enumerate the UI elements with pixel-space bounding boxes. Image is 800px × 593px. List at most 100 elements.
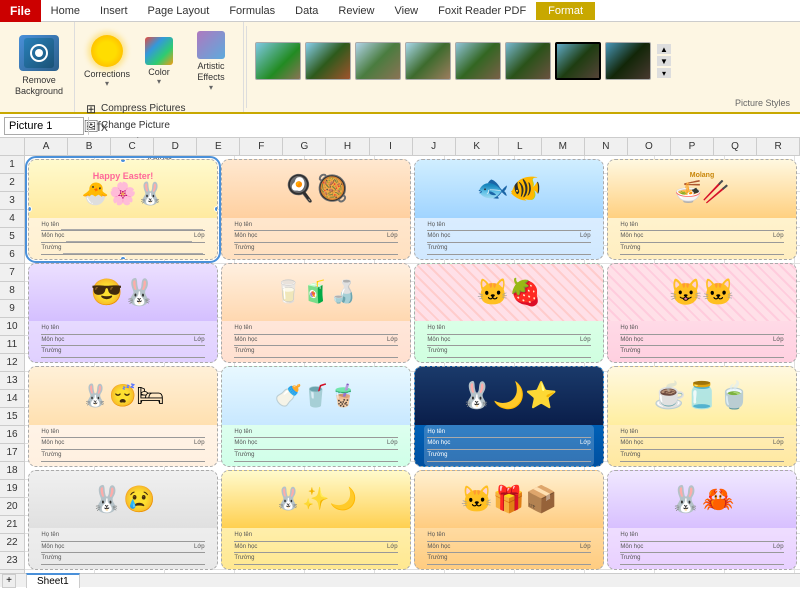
style-thumb-7[interactable]	[555, 42, 601, 80]
compress-icon: ⊞	[84, 102, 98, 116]
card-4-lines: Họ tên Môn họcLớp Trường	[617, 218, 786, 259]
col-d: D	[154, 138, 197, 155]
column-headers: A B C D E F G H I J K L M N O P Q R	[0, 138, 800, 156]
file-menu[interactable]: File	[0, 0, 41, 22]
handle-br[interactable]	[214, 256, 218, 260]
card-8[interactable]: 😺🐱 Họ tên Môn họcLớp Trường	[607, 263, 797, 364]
col-m: M	[542, 138, 585, 155]
col-p: P	[671, 138, 714, 155]
artistic-effects-button[interactable]: Artistic Effects ▾	[185, 26, 237, 97]
handle-bl[interactable]	[28, 256, 32, 260]
foxit-menu[interactable]: Foxit Reader PDF	[428, 2, 536, 20]
data-menu[interactable]: Data	[285, 2, 328, 20]
col-g: G	[283, 138, 326, 155]
card-1-lines: Họ tên Môn họcLớp Trường	[38, 218, 207, 259]
row-9: 9	[0, 300, 24, 318]
card-15-lines: Họ tên Môn họcLớp Trường	[424, 528, 593, 569]
compress-pictures-button[interactable]: ⊞ Compress Pictures	[81, 101, 188, 117]
card-16-lines: Họ tên Môn họcLớp Trường	[617, 528, 786, 569]
card-1-image: Happy Easter! 🐣🌸🐰	[29, 160, 217, 218]
insert-menu[interactable]: Insert	[90, 2, 138, 20]
row-3: 3	[0, 192, 24, 210]
col-l: L	[499, 138, 542, 155]
cards-grid: Happy Easter! 🐣🌸🐰 Họ tên Môn họcLớp Trườ…	[25, 156, 800, 573]
style-thumb-5[interactable]	[455, 42, 501, 80]
row-13: 13	[0, 372, 24, 390]
name-box-input[interactable]	[9, 120, 79, 132]
card-15[interactable]: 🐱🎁📦 Họ tên Môn họcLớp Trường	[414, 470, 604, 571]
card-8-lines: Họ tên Môn họcLớp Trường	[617, 321, 786, 362]
card-12-lines: Họ tên Môn họcLớp Trường	[617, 425, 786, 466]
card-7[interactable]: 🐱🍓 Họ tên Môn họcLớp Trường	[414, 263, 604, 364]
row-headers: 1 2 3 4 5 6 7 8 9 10 11 12 13 14 15 16 1…	[0, 156, 25, 573]
formulas-menu[interactable]: Formulas	[219, 2, 285, 20]
row-8: 8	[0, 282, 24, 300]
view-menu[interactable]: View	[384, 2, 428, 20]
row-11: 11	[0, 336, 24, 354]
new-sheet-button[interactable]: +	[2, 574, 16, 588]
grid-wrapper: 1 2 3 4 5 6 7 8 9 10 11 12 13 14 15 16 1…	[0, 156, 800, 573]
handle-mr[interactable]	[214, 206, 218, 212]
row-5: 5	[0, 228, 24, 246]
card-9[interactable]: 🐰😴🛏 Họ tên Môn họcLớp Trường	[28, 366, 218, 467]
card-10-lines: Họ tên Môn họcLớp Trường	[231, 425, 400, 466]
style-thumb-6[interactable]	[505, 42, 551, 80]
styles-scroll-up[interactable]: ▲	[657, 44, 671, 54]
format-menu[interactable]: Format	[536, 2, 595, 20]
card-14[interactable]: 🐰✨🌙 Họ tên Môn họcLớp Trường	[221, 470, 411, 571]
page-layout-menu[interactable]: Page Layout	[138, 2, 220, 20]
handle-bm[interactable]	[120, 256, 126, 260]
card-4[interactable]: Molang 🍜🥢 Họ tên Môn họcLớp Trường	[607, 159, 797, 260]
image-overlay: Happy Easter! 🐣🌸🐰 Họ tên Môn họcLớp Trườ…	[25, 156, 800, 573]
card-7-lines: Họ tên Môn họcLớp Trường	[424, 321, 593, 362]
card-15-image: 🐱🎁📦	[415, 471, 603, 529]
color-button[interactable]: Color ▾	[139, 32, 179, 91]
card-9-lines: Họ tên Môn họcLớp Trường	[38, 425, 207, 466]
formula-icon[interactable]: fx	[93, 118, 112, 134]
remove-background-button[interactable]: Remove Background	[10, 30, 68, 102]
card-1[interactable]: Happy Easter! 🐣🌸🐰 Họ tên Môn họcLớp Trườ…	[28, 159, 218, 260]
card-13-image: 🐰😢	[29, 471, 217, 529]
card-2[interactable]: 🍳🥘 Họ tên Môn họcLớp Trường	[221, 159, 411, 260]
picture-styles-content: ▲ ▼ ▾	[255, 26, 790, 96]
name-box	[4, 117, 84, 135]
styles-scroll-down[interactable]: ▼	[657, 56, 671, 66]
style-thumb-8[interactable]	[605, 42, 651, 80]
corner-cell	[0, 138, 25, 155]
ribbon: Remove Background Corrections ▾ Color ▾	[0, 22, 800, 114]
style-thumb-4[interactable]	[405, 42, 451, 80]
card-5-lines: Họ tên Môn họcLớp Trường	[38, 321, 207, 362]
card-5[interactable]: 😎🐰 Họ tên Môn họcLớp Trường	[28, 263, 218, 364]
card-16-image: 🐰🦀	[608, 471, 796, 529]
card-12[interactable]: ☕🫙🍵 Họ tên Môn họcLớp Trường	[607, 366, 797, 467]
card-6[interactable]: 🥛🧃🍶 Họ tên Môn họcLớp Trường	[221, 263, 411, 364]
col-a: A	[25, 138, 68, 155]
corrections-button[interactable]: Corrections ▾	[81, 30, 133, 93]
card-13[interactable]: 🐰😢 Họ tên Môn họcLớp Trường	[28, 470, 218, 571]
grid-area: Happy Easter! 🐣🌸🐰 Họ tên Môn họcLớp Trườ…	[25, 156, 800, 573]
card-14-image: 🐰✨🌙	[222, 471, 410, 529]
review-menu[interactable]: Review	[328, 2, 384, 20]
style-thumb-1[interactable]	[255, 42, 301, 80]
style-thumb-3[interactable]	[355, 42, 401, 80]
handle-tr[interactable]	[214, 159, 218, 163]
home-menu[interactable]: Home	[41, 2, 90, 20]
card-13-lines: Họ tên Môn họcLớp Trường	[38, 528, 207, 569]
card-16[interactable]: 🐰🦀 Họ tên Môn họcLớp Trường	[607, 470, 797, 571]
artistic-effects-label: Artistic Effects	[190, 61, 232, 83]
card-3-image: 🐟🐠	[415, 160, 603, 218]
card-11[interactable]: 🐰🌙⭐ Họ tên Môn họcLớp Trường	[414, 366, 604, 467]
card-3[interactable]: 🐟🐠 Họ tên Môn họcLớp Trường	[414, 159, 604, 260]
row-15: 15	[0, 408, 24, 426]
card-11-lines: Họ tên Môn họcLớp Trường	[424, 425, 593, 466]
sheet1-tab[interactable]: Sheet1	[26, 573, 80, 588]
card-11-image: 🐰🌙⭐	[415, 367, 603, 425]
style-thumb-2[interactable]	[305, 42, 351, 80]
corrections-label: Corrections	[84, 69, 130, 79]
row-16: 16	[0, 426, 24, 444]
card-10[interactable]: 🍼🥤🧋 Họ tên Môn họcLớp Trường	[221, 366, 411, 467]
spreadsheet: A B C D E F G H I J K L M N O P Q R 1 2 …	[0, 138, 800, 573]
col-o: O	[628, 138, 671, 155]
styles-dropdown[interactable]: ▾	[657, 68, 671, 78]
row-1: 1	[0, 156, 24, 174]
